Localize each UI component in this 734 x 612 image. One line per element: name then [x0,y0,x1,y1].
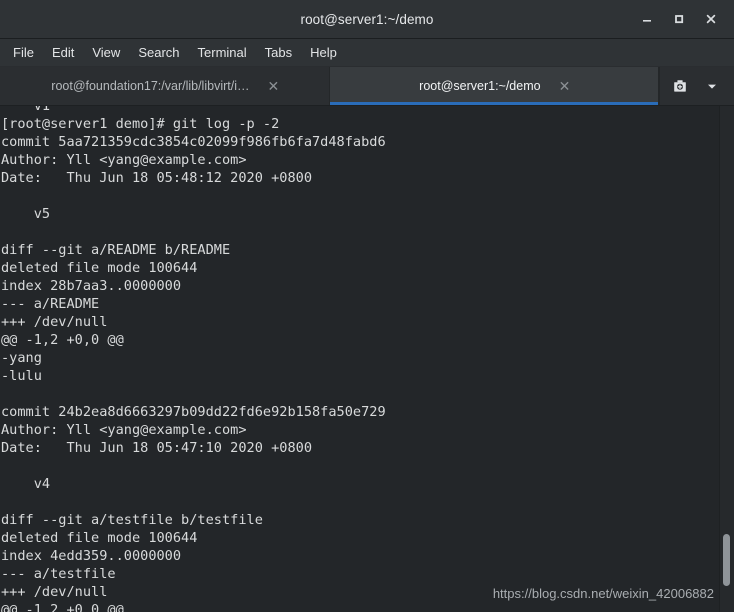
terminal-line: deleted file mode 100644 [1,530,198,546]
tab-bar-actions [659,67,734,105]
terminal-line: deleted file mode 100644 [1,260,198,276]
terminal-line: +++ /dev/null [1,314,108,330]
terminal-line: Date: Thu Jun 18 05:47:10 2020 +0800 [1,440,312,456]
close-icon [706,14,716,24]
menu-bar: File Edit View Search Terminal Tabs Help [0,39,734,67]
scrollbar-thumb[interactable] [723,534,730,586]
menu-item-file[interactable]: File [4,42,43,63]
window-controls [632,0,726,38]
tab-close-icon[interactable]: ✕ [263,77,283,95]
tab-list-button[interactable] [696,71,728,101]
terminal-line: @@ -1,2 +0,0 @@ [1,602,124,612]
title-bar: root@server1:~/demo [0,0,734,39]
maximize-button[interactable] [664,4,694,34]
menu-item-edit[interactable]: Edit [43,42,83,63]
terminal-line: Author: Yll <yang@example.com> [1,152,247,168]
terminal-line: Author: Yll <yang@example.com> [1,422,247,438]
chevron-down-icon [708,84,716,89]
terminal-line: --- a/testfile [1,566,116,582]
terminal-output[interactable]: v1 [root@server1 demo]# git log -p -2 comm… [0,106,734,612]
window-title: root@server1:~/demo [300,11,434,27]
terminal-line: diff --git a/testfile b/testfile [1,512,263,528]
new-tab-icon [674,80,686,92]
tab-server1-demo[interactable]: root@server1:~/demo ✕ [329,67,659,105]
terminal-line: diff --git a/README b/README [1,242,231,258]
terminal-line: +++ /dev/null [1,584,108,600]
terminal-line: [root@server1 demo]# git log -p -2 [1,116,280,132]
terminal-line: v5 [1,206,51,222]
tab-foundation17[interactable]: root@foundation17:/var/lib/libvirt/i… ✕ [0,67,330,105]
menu-item-search[interactable]: Search [129,42,188,63]
minimize-icon [643,20,651,22]
terminal-line: -lulu [1,368,42,384]
terminal-line: Date: Thu Jun 18 05:48:12 2020 +0800 [1,170,312,186]
menu-item-view[interactable]: View [83,42,129,63]
menu-item-help[interactable]: Help [301,42,346,63]
menu-item-tabs[interactable]: Tabs [256,42,301,63]
maximize-icon [675,15,684,24]
terminal-scrollbar[interactable] [719,106,734,612]
terminal-line: commit 24b2ea8d6663297b09dd22fd6e92b158f… [1,404,386,420]
terminal-window: root@server1:~/demo File Edit View Searc… [0,0,734,612]
terminal-line: index 4edd359..0000000 [1,548,182,564]
terminal-line: commit 5aa721359cdc3854c02099f986fb6fa7d… [1,134,386,150]
minimize-button[interactable] [632,4,662,34]
new-tab-button[interactable] [664,71,696,101]
tab-bar: root@foundation17:/var/lib/libvirt/i… ✕ … [0,67,734,106]
terminal-line: @@ -1,2 +0,0 @@ [1,332,124,348]
tab-close-icon[interactable]: ✕ [555,77,575,95]
terminal-line: --- a/README [1,296,100,312]
terminal-line: v1 [1,106,51,114]
tab-label: root@foundation17:/var/lib/libvirt/i… [51,79,250,93]
terminal-viewport[interactable]: v1 [root@server1 demo]# git log -p -2 comm… [0,106,734,612]
tab-label: root@server1:~/demo [419,79,541,93]
close-button[interactable] [696,4,726,34]
terminal-line: index 28b7aa3..0000000 [1,278,182,294]
terminal-line: -yang [1,350,42,366]
terminal-line: v4 [1,476,51,492]
menu-item-terminal[interactable]: Terminal [189,42,256,63]
